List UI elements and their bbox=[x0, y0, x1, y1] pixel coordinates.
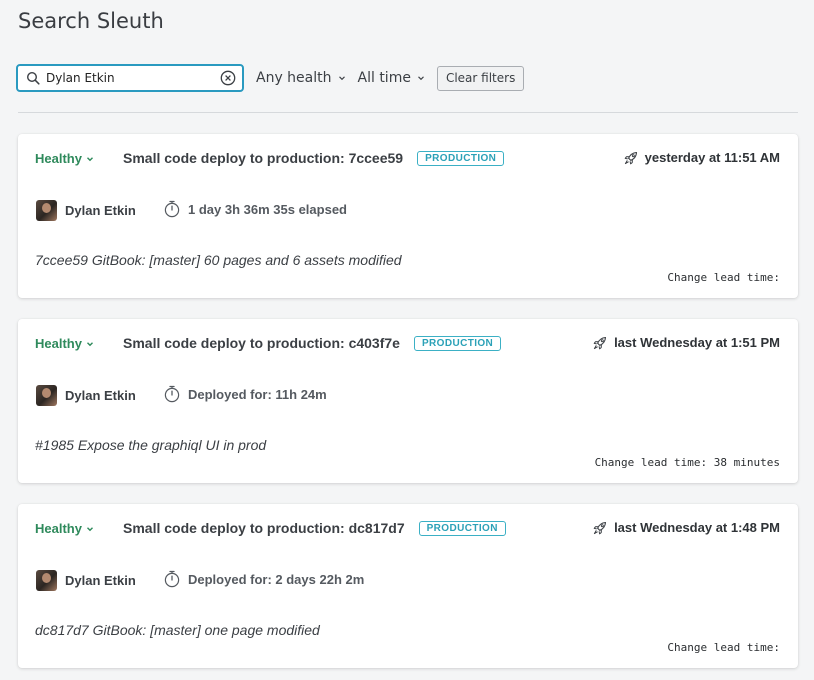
deploy-title-row: Small code deploy to production: 7ccee59… bbox=[123, 150, 505, 166]
author: Dylan Etkin bbox=[36, 570, 136, 591]
change-lead-time: Change lead time: 38 minutes bbox=[594, 456, 780, 469]
deploy-time-label: yesterday at 11:51 AM bbox=[644, 150, 780, 165]
deploy-title-row: Small code deploy to production: c403f7e… bbox=[123, 335, 502, 351]
avatar bbox=[36, 385, 57, 406]
deploy-title[interactable]: Small code deploy to production: 7ccee59 bbox=[123, 150, 403, 166]
deploy-time-label: last Wednesday at 1:51 PM bbox=[614, 335, 780, 350]
health-dropdown[interactable]: Healthy bbox=[35, 521, 94, 536]
deploy-time: last Wednesday at 1:51 PM bbox=[593, 335, 780, 350]
rocket-icon bbox=[624, 151, 637, 164]
clear-icon[interactable] bbox=[220, 70, 236, 86]
health-label: Healthy bbox=[35, 336, 82, 351]
search-box[interactable] bbox=[16, 64, 244, 92]
change-lead-time: Change lead time: bbox=[667, 271, 780, 284]
filter-bar: Any health All time Clear filters bbox=[16, 63, 798, 93]
divider bbox=[18, 112, 798, 113]
deploy-title[interactable]: Small code deploy to production: c403f7e bbox=[123, 335, 400, 351]
author-name: Dylan Etkin bbox=[65, 573, 136, 588]
deploy-duration: Deployed for: 2 days 22h 2m bbox=[164, 570, 364, 588]
timer-icon bbox=[164, 385, 180, 403]
deploy-time: yesterday at 11:51 AM bbox=[624, 150, 780, 165]
deploy-duration: Deployed for: 11h 24m bbox=[164, 385, 327, 403]
rocket-icon bbox=[593, 336, 607, 349]
page-title: Search Sleuth bbox=[18, 9, 164, 33]
health-label: Healthy bbox=[35, 151, 82, 166]
health-dropdown[interactable]: Healthy bbox=[35, 151, 94, 166]
health-dropdown[interactable]: Healthy bbox=[35, 336, 94, 351]
deploy-time-label: last Wednesday at 1:48 PM bbox=[614, 520, 780, 535]
deploy-card[interactable]: Healthy Small code deploy to production:… bbox=[18, 319, 798, 483]
duration-label: Deployed for: 2 days 22h 2m bbox=[188, 571, 365, 587]
deploy-time: last Wednesday at 1:48 PM bbox=[593, 520, 780, 535]
health-filter-label: Any health bbox=[256, 70, 332, 86]
search-icon bbox=[26, 71, 40, 85]
timer-icon bbox=[164, 570, 180, 588]
time-filter-label: All time bbox=[357, 70, 411, 86]
environment-badge: PRODUCTION bbox=[417, 150, 505, 166]
deploy-title-row: Small code deploy to production: dc817d7… bbox=[123, 520, 506, 536]
chevron-down-icon bbox=[86, 341, 93, 346]
rocket-icon bbox=[593, 521, 607, 534]
environment-badge: PRODUCTION bbox=[413, 335, 502, 351]
deploy-duration: 1 day 3h 36m 35s elapsed bbox=[164, 200, 347, 218]
duration-label: 1 day 3h 36m 35s elapsed bbox=[188, 201, 347, 217]
change-lead-time: Change lead time: bbox=[667, 641, 780, 654]
timer-icon bbox=[164, 200, 180, 218]
deploy-description: #1985 Expose the graphiql UI in prod bbox=[35, 437, 267, 453]
clear-filters-button[interactable]: Clear filters bbox=[436, 65, 525, 91]
deploy-description: dc817d7 GitBook: [master] one page modif… bbox=[35, 622, 320, 638]
health-filter-dropdown[interactable]: Any health bbox=[256, 70, 346, 86]
author: Dylan Etkin bbox=[36, 385, 136, 406]
environment-badge: PRODUCTION bbox=[418, 520, 506, 536]
duration-label: Deployed for: 11h 24m bbox=[188, 386, 327, 402]
chevron-down-icon bbox=[418, 76, 424, 81]
avatar bbox=[36, 570, 57, 591]
deploy-title[interactable]: Small code deploy to production: dc817d7 bbox=[123, 520, 405, 536]
author-name: Dylan Etkin bbox=[65, 388, 136, 403]
time-filter-dropdown[interactable]: All time bbox=[358, 70, 425, 86]
author-name: Dylan Etkin bbox=[65, 203, 136, 218]
chevron-down-icon bbox=[86, 156, 93, 161]
deploy-description: 7ccee59 GitBook: [master] 60 pages and 6… bbox=[35, 252, 402, 268]
author: Dylan Etkin bbox=[36, 200, 136, 221]
search-input[interactable] bbox=[46, 71, 220, 85]
deploy-card[interactable]: Healthy Small code deploy to production:… bbox=[18, 134, 798, 298]
avatar bbox=[36, 200, 57, 221]
chevron-down-icon bbox=[86, 526, 93, 531]
deploy-card[interactable]: Healthy Small code deploy to production:… bbox=[18, 504, 798, 668]
health-label: Healthy bbox=[35, 521, 82, 536]
chevron-down-icon bbox=[338, 76, 345, 81]
